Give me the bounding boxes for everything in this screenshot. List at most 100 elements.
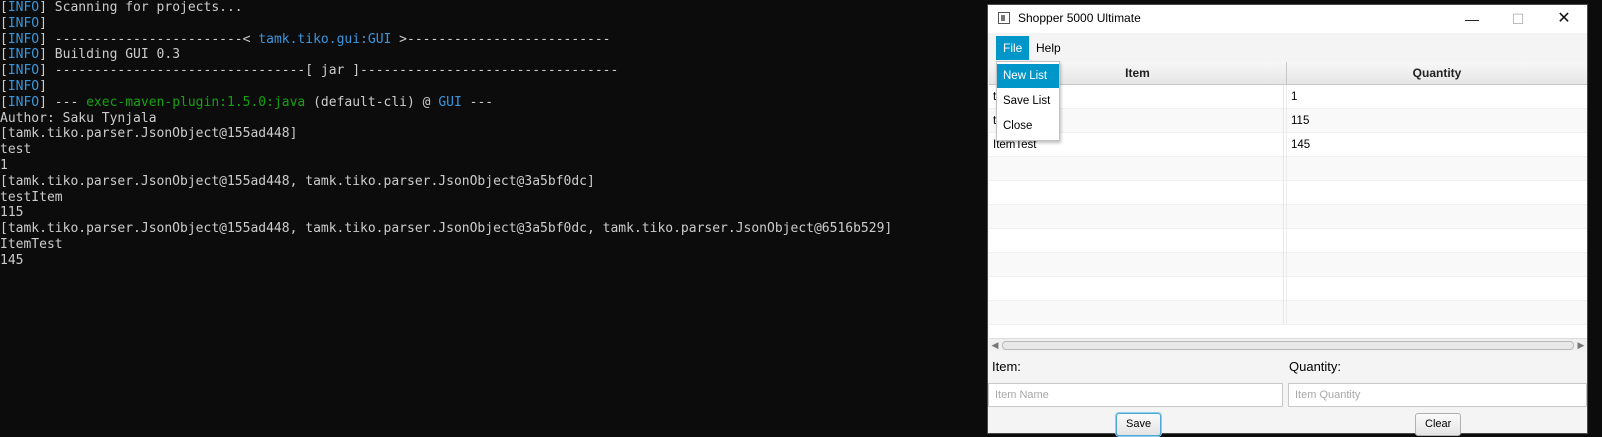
terminal-line: [INFO] --------------------------------[…	[0, 63, 980, 79]
item-cell	[993, 301, 1284, 325]
column-header-quantity[interactable]: Quantity	[1287, 62, 1587, 85]
log-level: INFO	[7, 15, 40, 31]
item-cell	[993, 277, 1284, 301]
shopping-table[interactable]: Item Quantity test1 testItem115 ItemTest…	[989, 62, 1587, 345]
terminal-line: [INFO] --- exec-maven-plugin:1.5.0:java …	[0, 95, 980, 111]
maximize-button[interactable]: ☐	[1495, 5, 1541, 33]
bracket: ]	[39, 78, 47, 94]
item-cell	[993, 181, 1284, 205]
table-row[interactable]	[989, 229, 1587, 253]
item-label: Item:	[992, 359, 1021, 374]
quantity-cell: 115	[1291, 115, 1310, 127]
log-text: [tamk.tiko.parser.JsonObject@155ad448, t…	[0, 173, 595, 189]
file-menu-dropdown: New List Save List Close	[996, 61, 1060, 141]
table-row[interactable]	[989, 253, 1587, 277]
menu-item-save-list[interactable]: Save List	[997, 89, 1059, 113]
bracket: [	[0, 15, 8, 31]
bracket: [	[0, 94, 8, 110]
table-row[interactable]	[989, 181, 1587, 205]
log-text: testItem	[0, 189, 63, 205]
close-window-button[interactable]: ✕	[1541, 5, 1587, 33]
terminal-line: [INFO] ------------------------< tamk.ti…	[0, 32, 980, 48]
log-text: 145	[0, 252, 24, 268]
log-text: Author: Saku Tynjala	[0, 110, 157, 126]
bracket: [	[0, 0, 8, 15]
table-row[interactable]: testItem115	[989, 109, 1587, 133]
log-text: (default-cli) @	[305, 94, 439, 110]
artifact-id: tamk.tiko.gui:GUI	[258, 31, 392, 47]
terminal-line: [INFO]	[0, 79, 980, 95]
item-cell	[993, 205, 1284, 229]
menu-file[interactable]: File	[996, 36, 1030, 60]
item-quantity-input[interactable]	[1288, 383, 1587, 407]
log-level: INFO	[7, 63, 40, 79]
scroll-left-icon[interactable]: ◀	[989, 339, 1001, 351]
bracket: [	[0, 78, 8, 94]
minimize-button[interactable]: —	[1449, 5, 1495, 33]
save-button[interactable]: Save	[1116, 413, 1162, 436]
log-level: INFO	[7, 0, 40, 15]
terminal-line: 115	[0, 205, 980, 221]
terminal-output: [INFO] Scanning for projects... [INFO] [IN…	[0, 0, 980, 437]
log-text: Scanning for projects...	[46, 0, 243, 15]
log-text: ---	[461, 94, 494, 110]
title-bar[interactable]: Shopper 5000 Ultimate — ☐ ✕	[988, 5, 1587, 33]
log-text: --------------------------------[ jar ]-…	[46, 63, 619, 79]
menu-item-close[interactable]: Close	[997, 114, 1059, 138]
log-text: test	[0, 142, 32, 158]
app-window: Shopper 5000 Ultimate — ☐ ✕ File Help It…	[987, 4, 1588, 436]
log-level: INFO	[7, 94, 40, 110]
menu-item-new-list[interactable]: New List	[997, 64, 1059, 88]
menu-help[interactable]: Help	[1029, 36, 1068, 60]
log-text: ------------------------<	[46, 31, 259, 47]
log-text: [tamk.tiko.parser.JsonObject@155ad448, t…	[0, 221, 893, 237]
terminal-line: 1	[0, 158, 980, 174]
item-cell	[993, 229, 1284, 253]
bracket: ]	[39, 47, 47, 63]
log-text: 115	[0, 205, 24, 221]
table-row[interactable]	[989, 301, 1587, 325]
terminal-line: [INFO] Building GUI 0.3	[0, 47, 980, 63]
log-level: INFO	[7, 47, 40, 63]
table-header: Item Quantity	[989, 62, 1587, 85]
log-text: ---	[46, 94, 87, 110]
log-text: 1	[0, 157, 8, 173]
bracket: [	[0, 31, 8, 47]
bracket: ]	[39, 31, 47, 47]
item-cell	[993, 253, 1284, 277]
log-level: INFO	[7, 31, 40, 47]
scroll-right-icon[interactable]: ▶	[1575, 339, 1587, 351]
terminal-line: ItemTest	[0, 237, 980, 253]
window-title: Shopper 5000 Ultimate	[1018, 11, 1141, 25]
log-text: Building GUI 0.3	[46, 47, 181, 63]
quantity-cell: 145	[1291, 139, 1311, 151]
bracket: ]	[39, 94, 47, 110]
terminal-line: [tamk.tiko.parser.JsonObject@155ad448]	[0, 126, 980, 142]
table-body: test1 testItem115 ItemTest145	[989, 85, 1587, 325]
scrollbar-thumb[interactable]	[1002, 341, 1574, 350]
horizontal-scrollbar[interactable]: ◀ ▶	[989, 338, 1587, 351]
table-row[interactable]: test1	[989, 85, 1587, 109]
item-cell	[993, 157, 1284, 181]
terminal-line: test	[0, 142, 980, 158]
plugin-name: exec-maven-plugin:1.5.0:java	[86, 94, 306, 110]
clear-button[interactable]: Clear	[1415, 413, 1462, 436]
table-row[interactable]: ItemTest 145	[989, 133, 1587, 157]
table-row[interactable]	[989, 277, 1587, 301]
terminal-line: Author: Saku Tynjala	[0, 111, 980, 127]
terminal-line: [INFO]	[0, 16, 980, 32]
quantity-cell: 1	[1291, 91, 1298, 103]
terminal-line: 145	[0, 253, 980, 269]
app-icon	[998, 12, 1010, 24]
table-row[interactable]	[989, 157, 1587, 181]
log-text: [tamk.tiko.parser.JsonObject@155ad448]	[0, 126, 298, 142]
project-name: GUI	[438, 94, 462, 110]
log-text: ItemTest	[0, 236, 63, 252]
log-level: INFO	[7, 78, 40, 94]
table-row[interactable]	[989, 205, 1587, 229]
menu-bar: File Help	[988, 33, 1587, 61]
item-name-input[interactable]	[988, 383, 1283, 407]
bracket: [	[0, 63, 8, 79]
terminal-line: [INFO] Scanning for projects...	[0, 0, 980, 16]
terminal-line: [tamk.tiko.parser.JsonObject@155ad448, t…	[0, 221, 980, 237]
